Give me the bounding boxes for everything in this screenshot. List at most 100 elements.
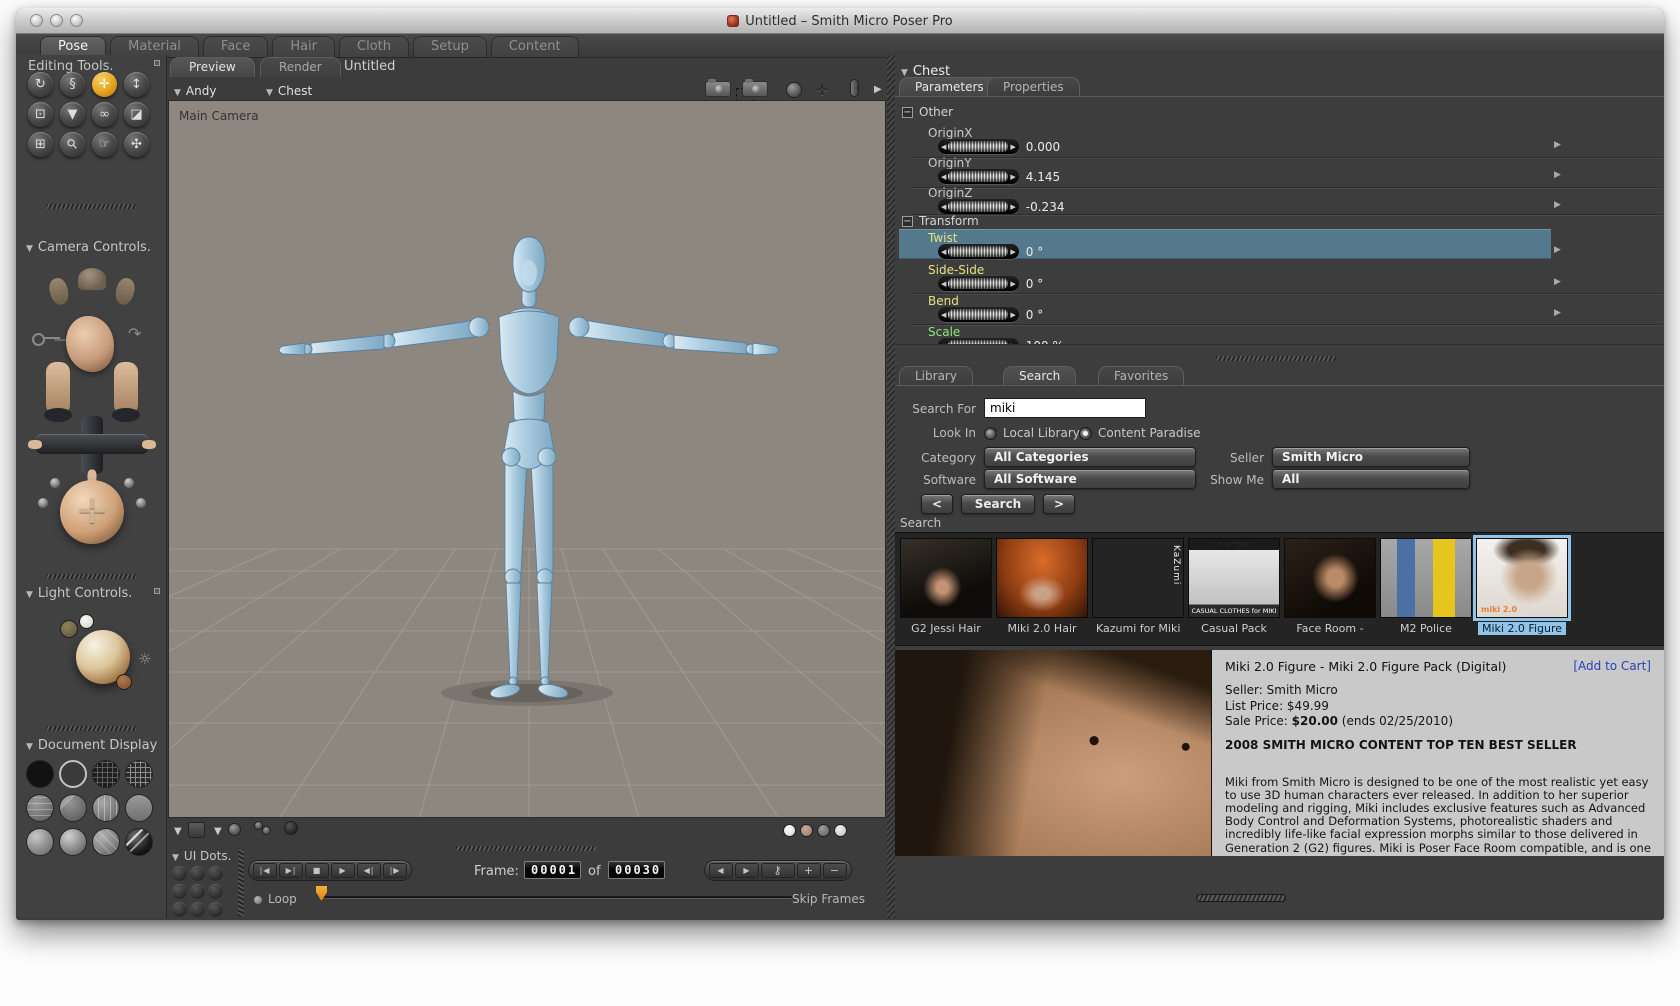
camera-move-xy-hand-icon[interactable] bbox=[112, 362, 140, 422]
light-controls-header[interactable]: Light Controls. bbox=[26, 586, 132, 601]
palette-icon[interactable] bbox=[154, 588, 160, 594]
scale-tool-icon[interactable]: ⊡ bbox=[28, 102, 53, 127]
display-flat-lined-icon[interactable] bbox=[92, 794, 120, 822]
palette-resize-handle[interactable] bbox=[46, 726, 136, 731]
palette-resize-handle[interactable] bbox=[46, 574, 136, 579]
taper-tool-icon[interactable]: ▼ bbox=[60, 102, 85, 127]
camera-rotate-icon[interactable]: ↷ bbox=[128, 324, 141, 343]
display-dot-rose-icon[interactable] bbox=[800, 824, 813, 837]
view-magnifier-tool-icon[interactable]: ⚲ bbox=[60, 132, 85, 157]
result-thumbnail[interactable]: CONTENT CASUAL CLOTHES for MIKI bbox=[1188, 538, 1280, 618]
step-back-button[interactable]: ◀| bbox=[357, 863, 381, 878]
panel-splitter[interactable] bbox=[887, 55, 895, 918]
next-page-button[interactable]: > bbox=[1043, 494, 1075, 514]
result-caption[interactable]: G2 Jessi Hair bbox=[900, 622, 992, 635]
category-select[interactable]: All Categories bbox=[984, 447, 1196, 467]
light-1-indicator-icon[interactable] bbox=[60, 620, 78, 638]
play-button[interactable]: ▶ bbox=[331, 863, 355, 878]
ui-dot[interactable] bbox=[172, 866, 187, 881]
next-key-button[interactable]: ▶ bbox=[735, 863, 759, 878]
title-bar[interactable]: Untitled – Smith Micro Poser Pro bbox=[16, 8, 1664, 34]
param-value[interactable]: 0 ° bbox=[1026, 245, 1043, 259]
display-dot-gray-icon[interactable] bbox=[817, 824, 830, 837]
current-frame-counter[interactable]: 00001 bbox=[524, 861, 582, 879]
face-camera-icon[interactable] bbox=[78, 268, 106, 290]
radio-local-library[interactable] bbox=[984, 427, 997, 440]
display-wireframe-icon[interactable] bbox=[92, 760, 120, 788]
ui-dot[interactable] bbox=[190, 884, 205, 899]
loop-indicator-icon[interactable] bbox=[254, 896, 262, 904]
display-cartoon-icon[interactable] bbox=[125, 794, 153, 822]
radio-content-paradise-label[interactable]: Content Paradise bbox=[1098, 426, 1200, 440]
radio-content-paradise[interactable] bbox=[1079, 427, 1092, 440]
trackball-mini-icon[interactable] bbox=[786, 82, 802, 98]
param-dial-bend[interactable]: ◀ ▶ 0 ° bbox=[938, 307, 1043, 322]
add-to-cart-link[interactable]: [Add to Cart] bbox=[1573, 659, 1651, 674]
fly-control-icon[interactable]: ✛ bbox=[816, 81, 829, 99]
grouping-tool-icon[interactable]: ⊞ bbox=[28, 132, 53, 157]
skip-frames-label[interactable]: Skip Frames bbox=[792, 892, 865, 906]
rotate-tool-icon[interactable]: ↻ bbox=[28, 72, 53, 97]
tab-preview[interactable]: Preview bbox=[170, 57, 255, 77]
palette-resize-handle[interactable] bbox=[46, 204, 136, 209]
delete-key-button[interactable]: − bbox=[823, 863, 847, 878]
ui-dot[interactable] bbox=[208, 902, 223, 917]
camera-view-icon[interactable] bbox=[705, 79, 731, 97]
translate-pull-tool-icon[interactable]: ✛ bbox=[92, 72, 117, 97]
tab-library[interactable]: Library bbox=[899, 366, 973, 385]
tab-pose[interactable]: Pose bbox=[40, 36, 107, 57]
prev-page-button[interactable]: < bbox=[921, 494, 953, 514]
tab-parameters[interactable]: Parameters bbox=[899, 77, 1000, 96]
tab-search[interactable]: Search bbox=[1003, 366, 1077, 385]
anim-splitter[interactable] bbox=[238, 850, 244, 916]
seller-select[interactable]: Smith Micro bbox=[1272, 447, 1470, 467]
result-thumbnail[interactable] bbox=[1284, 538, 1376, 618]
ui-dot[interactable] bbox=[172, 884, 187, 899]
param-options-icon[interactable]: ▶ bbox=[1554, 170, 1561, 180]
param-value[interactable]: 0 ° bbox=[1026, 308, 1043, 322]
loop-label[interactable]: Loop bbox=[268, 892, 297, 906]
key-frame-icon[interactable]: ⚷ bbox=[761, 863, 795, 878]
left-hand-camera-icon[interactable] bbox=[47, 276, 71, 307]
tracking-full-icon[interactable] bbox=[284, 821, 298, 835]
ui-dot[interactable] bbox=[208, 866, 223, 881]
camera-dolly-right-hand-icon[interactable] bbox=[142, 440, 156, 449]
library-resize-handle[interactable] bbox=[1216, 356, 1336, 361]
chain-break-tool-icon[interactable]: ∞ bbox=[92, 102, 117, 127]
result-caption-selected[interactable]: Miki 2.0 Figure bbox=[1476, 622, 1568, 635]
param-value[interactable]: 4.145 bbox=[1026, 170, 1060, 184]
ui-dot[interactable] bbox=[190, 866, 205, 881]
document-display-header[interactable]: Document Display bbox=[26, 738, 157, 753]
param-options-icon[interactable]: ▶ bbox=[1554, 200, 1561, 210]
add-key-button[interactable]: + bbox=[797, 863, 821, 878]
camera-flyaround-icon[interactable] bbox=[742, 79, 768, 97]
camera-preset-dot-icon[interactable] bbox=[136, 498, 146, 508]
software-select[interactable]: All Software bbox=[984, 469, 1196, 489]
timeline-track[interactable] bbox=[322, 896, 792, 899]
body-part-menu[interactable]: Chest bbox=[266, 84, 312, 98]
camera-dolly-bar-icon[interactable] bbox=[36, 434, 148, 454]
camera-preset-dot-icon[interactable] bbox=[38, 498, 48, 508]
tab-render[interactable]: Render bbox=[260, 57, 341, 77]
right-hand-camera-icon[interactable] bbox=[113, 276, 137, 307]
result-thumbnail[interactable] bbox=[1380, 538, 1472, 618]
camera-controls-header[interactable]: Camera Controls. bbox=[26, 240, 151, 255]
param-options-icon[interactable]: ▶ bbox=[1554, 245, 1561, 255]
ui-dots-header[interactable]: UI Dots. bbox=[172, 849, 232, 863]
light-mini-icon[interactable] bbox=[850, 79, 859, 97]
display-hidden-line-icon[interactable] bbox=[125, 760, 153, 788]
param-options-icon[interactable]: ▶ bbox=[1554, 308, 1561, 318]
result-caption[interactable]: Casual Pack bbox=[1188, 622, 1280, 635]
param-options-icon[interactable]: ▶ bbox=[1554, 277, 1561, 287]
display-outline-icon[interactable] bbox=[59, 760, 87, 788]
param-dial-originz[interactable]: ◀ ▶ -0.234 bbox=[938, 199, 1064, 214]
display-dot-light-icon[interactable] bbox=[834, 824, 847, 837]
group-collapse-other[interactable]: − bbox=[902, 107, 913, 118]
display-texture-shaded-icon[interactable] bbox=[125, 828, 153, 856]
tab-face[interactable]: Face bbox=[202, 36, 269, 57]
prev-key-button[interactable]: ◀ bbox=[709, 863, 733, 878]
tab-properties[interactable]: Properties bbox=[987, 77, 1080, 96]
animating-camera-key-icon[interactable] bbox=[32, 332, 62, 346]
param-dial-originy[interactable]: ◀ ▶ 4.145 bbox=[938, 169, 1060, 184]
anim-palette-resize-handle[interactable] bbox=[456, 846, 596, 851]
